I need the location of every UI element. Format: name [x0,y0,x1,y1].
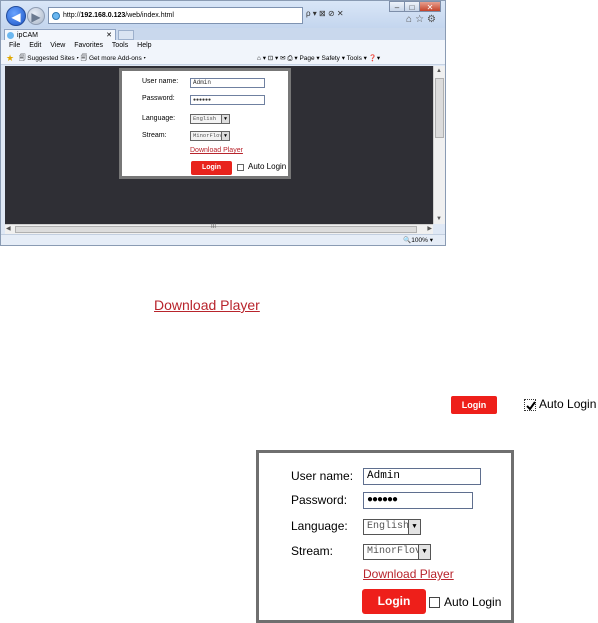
tab-favicon-icon [7,32,14,39]
toolbar-right-icons: ⌂☆⚙ [406,14,439,25]
stream-select[interactable]: MinorFlov ▼ [363,544,431,560]
auto-login-checkbox[interactable] [429,597,440,608]
back-arrow-icon[interactable]: ◀ [6,6,26,26]
mini-stream-value: MinorFlov [193,132,223,139]
language-value: English [367,521,410,532]
minimize-button[interactable]: – [389,1,405,12]
browser-window: ◀ ▶ http://192.168.0.123/web/index.html … [0,0,446,246]
mini-username-label: User name: [142,78,179,85]
checkmark-icon [526,401,536,411]
scroll-up-icon[interactable]: ▲ [436,68,442,74]
chevron-down-icon: ▼ [221,132,229,140]
mini-stream-label: Stream: [142,132,167,139]
scroll-grip-icon: III [211,224,217,230]
download-player-link[interactable]: Download Player [363,567,454,581]
address-tools[interactable]: ρ ▾ ⊠ ⊘ ✕ [306,9,344,18]
mini-auto-login-label: Auto Login [248,162,287,171]
gear-icon[interactable]: ⚙ [427,14,439,25]
login-button-callout[interactable]: Login [451,396,497,414]
menu-favorites[interactable]: Favorites [74,42,103,49]
zoom-level[interactable]: 🔍100% ▾ [403,235,433,245]
menu-file[interactable]: File [9,42,20,49]
new-tab-button[interactable] [118,30,134,40]
mini-download-player-link[interactable]: Download Player [190,147,243,154]
maximize-button[interactable]: □ [404,1,420,12]
home-icon[interactable]: ⌂ [406,14,415,25]
language-select[interactable]: English ▼ [363,519,421,535]
favorites-links[interactable]: 🗐 Suggested Sites ▾ 🗐 Get more Add-ons ▾ [19,52,146,65]
username-field[interactable]: Admin [363,468,481,485]
command-bar[interactable]: ⌂ ▾ ⊡ ▾ ✉ ⎙ ▾ Page ▾ Safety ▾ Tools ▾ ❓▾ [257,52,380,65]
mini-language-select[interactable]: English ▼ [190,114,230,124]
chevron-down-icon: ▼ [418,545,430,559]
scroll-left-icon[interactable]: ◀ [6,225,11,232]
menu-edit[interactable]: Edit [29,42,41,49]
menu-tools[interactable]: Tools [112,42,128,49]
page-viewport: User name: Admin Password: ●●●●●● Langua… [5,66,433,224]
address-bar[interactable]: http://192.168.0.123/web/index.html [48,7,303,24]
scroll-down-icon[interactable]: ▼ [436,216,442,222]
download-player-link-large[interactable]: Download Player [154,297,260,313]
auto-login-label-callout: Auto Login [539,397,597,411]
chevron-down-icon: ▼ [408,520,420,534]
star-icon[interactable]: ☆ [415,14,427,25]
mini-stream-select[interactable]: MinorFlov ▼ [190,131,230,141]
mini-language-value: English [193,115,217,122]
stream-value: MinorFlov [367,546,422,557]
language-label: Language: [291,519,348,533]
auto-login-label: Auto Login [444,595,502,609]
favorites-bar: ★ 🗐 Suggested Sites ▾ 🗐 Get more Add-ons… [1,52,445,65]
mini-password-label: Password: [142,95,175,102]
close-window-button[interactable]: ✕ [419,1,441,12]
password-field[interactable]: ●●●●●● [363,492,473,509]
username-label: User name: [291,469,354,483]
vertical-scroll-thumb[interactable] [435,78,444,138]
forward-arrow-icon[interactable]: ▶ [27,7,45,25]
tab-title: ipCAM [17,32,39,39]
password-label: Password: [291,493,348,507]
page-favicon-icon [52,12,60,20]
mini-password-field[interactable]: ●●●●●● [190,95,265,105]
menu-bar: File Edit View Favorites Tools Help [1,40,445,52]
favorites-star-icon[interactable]: ★ [6,52,14,65]
address-path: /web/index.html [125,12,174,19]
status-bar: 🔍100% ▾ [1,234,445,245]
stream-label: Stream: [291,544,334,558]
mini-login-panel: User name: Admin Password: ●●●●●● Langua… [119,68,291,179]
horizontal-scrollbar[interactable]: ◀ III ▶ [5,224,433,234]
menu-view[interactable]: View [50,42,65,49]
scroll-right-icon[interactable]: ▶ [427,225,432,232]
address-host: 192.168.0.123 [80,12,126,19]
window-controls: – □ ✕ [389,1,441,12]
mini-login-button[interactable]: Login [191,161,232,175]
mini-username-field[interactable]: Admin [190,78,265,88]
chevron-down-icon: ▼ [221,115,229,123]
tab-row: ipCAM ✕ [1,28,445,41]
login-button[interactable]: Login [362,589,426,614]
browser-titlebar: ◀ ▶ http://192.168.0.123/web/index.html … [1,1,445,29]
vertical-scrollbar[interactable]: ▲ ▼ [433,66,445,224]
auto-login-checkbox-checked[interactable] [524,399,536,411]
menu-help[interactable]: Help [137,42,151,49]
address-prefix: http:// [63,12,81,19]
login-panel: User name: Admin Password: ●●●●●● Langua… [256,450,514,623]
mini-language-label: Language: [142,115,176,122]
mini-auto-login-checkbox[interactable] [237,164,244,171]
